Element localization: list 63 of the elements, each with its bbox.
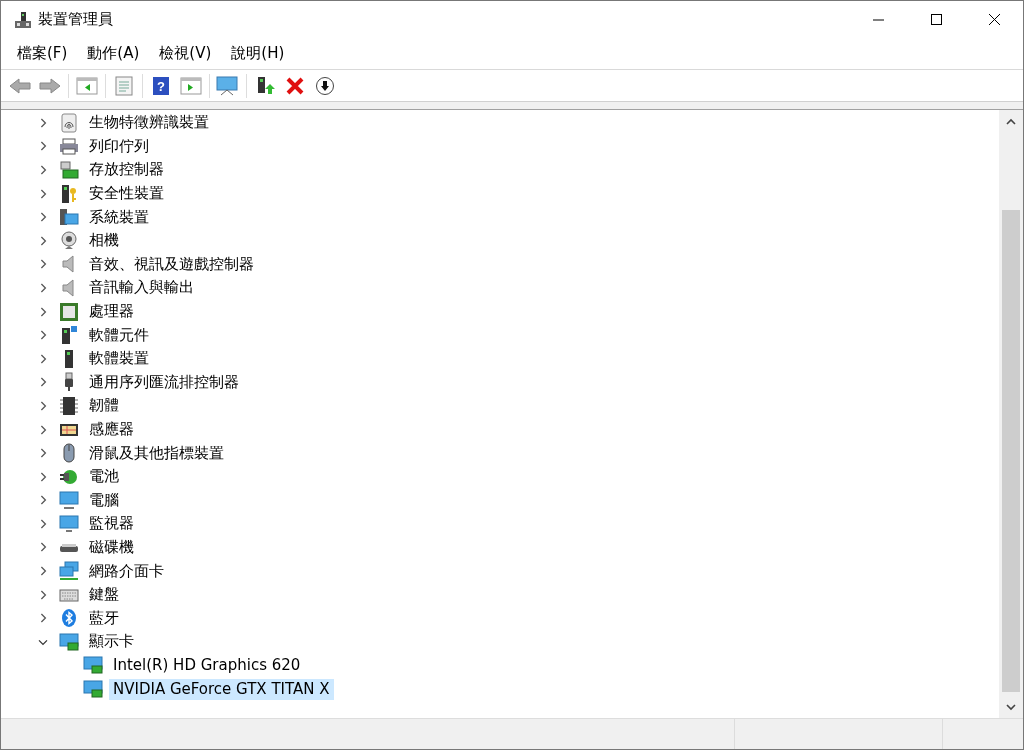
tree-item[interactable]: 列印佇列 [85,135,153,157]
help-icon[interactable]: ? [152,75,170,96]
tree-item[interactable]: 鍵盤 [85,584,123,606]
tree-item[interactable]: 藍牙 [85,607,123,629]
tree-item[interactable]: 顯示卡 [85,631,138,653]
down-arrow-circle-icon[interactable] [315,75,335,96]
tree-item[interactable]: 磁碟機 [85,537,138,558]
monitor-icon [59,490,79,511]
tree-item[interactable]: 電腦 [85,489,123,511]
maximize-icon[interactable] [930,14,942,25]
key-device-icon [59,183,79,204]
help-question-mark: ? [157,78,165,94]
tree-item[interactable]: Intel(R) HD Graphics 620 [109,654,305,676]
tree-item[interactable]: 生物特徵辨識裝置 [85,112,213,134]
tree-item[interactable]: NVIDIA GeForce GTX TITAN X [109,678,334,700]
webcam-icon [59,230,79,251]
tree-item[interactable]: 韌體 [85,395,123,417]
tree-item[interactable]: 滑鼠及其他指標裝置 [85,442,228,464]
scroll-up-icon[interactable] [1006,117,1016,125]
close-icon[interactable] [988,14,1000,25]
network-monitors-icon [59,561,79,582]
scroll-down-icon[interactable] [1006,703,1016,711]
tree-item[interactable]: 感應器 [85,419,138,440]
console-tree-icon[interactable] [76,76,98,95]
display-adapter-icon [59,631,79,652]
storage-controller-icon [59,160,79,180]
system-monitor-icon [59,207,79,228]
tree-item[interactable]: 軟體元件 [85,324,153,346]
tree-item[interactable]: 系統裝置 [85,206,153,228]
back-arrow-icon[interactable] [9,76,31,95]
scrollbar-thumb[interactable] [1002,210,1020,692]
bluetooth-icon [59,608,79,629]
fingerprint-icon [59,112,79,133]
firmware-chip-icon [59,395,79,416]
monitor-icon [59,513,79,534]
vertical-scrollbar[interactable] [999,110,1023,718]
tree-item[interactable]: 存放控制器 [85,159,168,181]
tree-item[interactable]: 相機 [85,230,123,252]
tree-item[interactable]: 安全性裝置 [85,183,168,205]
tree-item[interactable]: 音效、視訊及遊戲控制器 [85,253,258,275]
menu-item[interactable]: 說明(H) [221,40,295,67]
tree-item[interactable]: 音訊輸入與輸出 [85,277,198,299]
update-driver-icon[interactable] [255,75,275,96]
uninstall-x-icon[interactable] [286,76,304,95]
action-pane-icon[interactable] [180,76,202,95]
printer-icon [59,136,79,157]
tree-item[interactable]: 網路介面卡 [85,560,168,582]
tree-item[interactable]: 監視器 [85,513,138,535]
window-title: 裝置管理員 [38,9,113,31]
tree-item[interactable]: 電池 [85,466,123,488]
processor-chip-icon [59,301,79,322]
menu-item[interactable]: 檔案(F) [7,40,78,67]
forward-arrow-icon[interactable] [39,76,61,95]
help-button[interactable]: ? [146,71,176,100]
menu-item[interactable]: 動作(A) [77,40,150,67]
display-adapter-icon [83,655,103,676]
display-adapter-icon [83,679,103,700]
menu-item[interactable]: 檢視(V) [149,40,222,67]
device-manager-icon [14,10,32,29]
puzzle-device-icon [59,325,79,346]
tree-item[interactable]: 軟體裝置 [85,348,153,370]
tree-item[interactable]: 處理器 [85,301,138,323]
tree-item[interactable]: 通用序列匯流排控制器 [85,371,243,393]
